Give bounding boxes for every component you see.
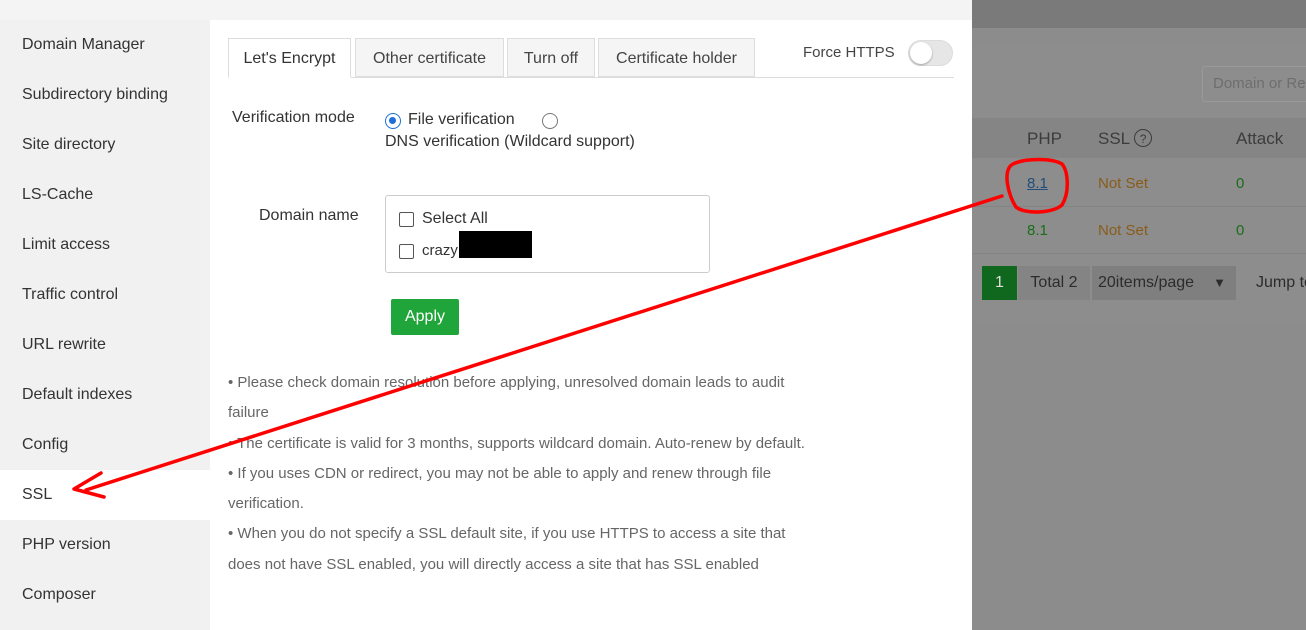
sidebar-item-domain-manager[interactable]: Domain Manager (0, 20, 210, 70)
sidebar-item-default-indexes[interactable]: Default indexes (0, 370, 210, 420)
pager-jump[interactable]: Jump to (1256, 266, 1306, 300)
settings-sidebar: Domain Manager Subdirectory binding Site… (0, 20, 210, 630)
tab-other-certificate[interactable]: Other certificate (355, 38, 504, 77)
select-all-checkbox[interactable] (399, 212, 414, 227)
tab-turn-off[interactable]: Turn off (507, 38, 595, 77)
sidebar-item-limit-access[interactable]: Limit access (0, 220, 210, 270)
php-version-link[interactable]: 8.1 (1027, 222, 1048, 239)
sidebar-item-url-rewrite[interactable]: URL rewrite (0, 320, 210, 370)
ssl-status[interactable]: Not Set (1098, 222, 1148, 239)
sidebar-item-site-directory[interactable]: Site directory (0, 120, 210, 170)
file-verification-radio[interactable] (385, 113, 401, 129)
dns-verification-radio[interactable] (542, 113, 558, 129)
site-settings-modal: Domain Manager Subdirectory binding Site… (0, 0, 972, 630)
background-topbar (972, 0, 1306, 28)
toggle-knob (910, 42, 932, 64)
note-item: • When you do not specify a SSL default … (228, 525, 786, 573)
sidebar-item-config[interactable]: Config (0, 420, 210, 470)
sidebar-item-php-version[interactable]: PHP version (0, 520, 210, 570)
file-verification-label[interactable]: File verification (408, 111, 515, 129)
php-version-link[interactable]: 8.1 (1027, 175, 1048, 192)
note-item: • Please check domain resolution before … (228, 374, 785, 422)
note-item: • If you uses CDN or redirect, you may n… (228, 464, 772, 513)
tab-certificate-holder[interactable]: Certificate holder (598, 38, 755, 77)
modal-header (0, 0, 972, 20)
column-ssl: SSL? (1098, 129, 1153, 149)
attack-count: 0 (1236, 175, 1245, 192)
redaction-box (459, 231, 532, 258)
background-search-input[interactable]: Domain or Re (1202, 66, 1306, 102)
sidebar-item-composer[interactable]: Composer (0, 570, 210, 620)
force-https-toggle[interactable] (908, 40, 953, 66)
sidebar-item-subdirectory-binding[interactable]: Subdirectory binding (0, 70, 210, 120)
dns-verification-label[interactable]: DNS verification (Wildcard support) (385, 133, 635, 151)
column-php: PHP (1027, 129, 1062, 148)
note-item: • The certificate is valid for 3 months,… (228, 434, 805, 452)
sidebar-item-ls-cache[interactable]: LS-Cache (0, 170, 210, 220)
ssl-status[interactable]: Not Set (1098, 175, 1148, 192)
tab-lets-encrypt[interactable]: Let's Encrypt (228, 38, 351, 78)
chevron-down-icon: ▼ (1213, 275, 1226, 290)
pager-total: Total 2 (1018, 266, 1090, 300)
domain-entry-label[interactable]: crazy (422, 242, 458, 259)
pager-per-page-select[interactable]: 20items/page ▼ (1092, 266, 1236, 300)
sidebar-item-ssl[interactable]: SSL (0, 470, 210, 520)
select-all-label[interactable]: Select All (422, 210, 488, 228)
attack-count: 0 (1236, 222, 1245, 239)
ssl-notes: • Please check domain resolution before … (228, 368, 808, 580)
sidebar-item-traffic-control[interactable]: Traffic control (0, 270, 210, 320)
column-attack: Attack (1236, 129, 1284, 148)
force-https-label: Force HTTPS (803, 44, 895, 61)
apply-button[interactable]: Apply (391, 299, 459, 335)
domain-checkbox[interactable] (399, 244, 414, 259)
help-icon[interactable]: ? (1134, 129, 1153, 147)
domain-name-label: Domain name (259, 207, 359, 224)
domain-list (385, 195, 710, 273)
pager-current-page[interactable]: 1 (982, 266, 1017, 300)
verification-mode-label: Verification mode (232, 109, 355, 126)
